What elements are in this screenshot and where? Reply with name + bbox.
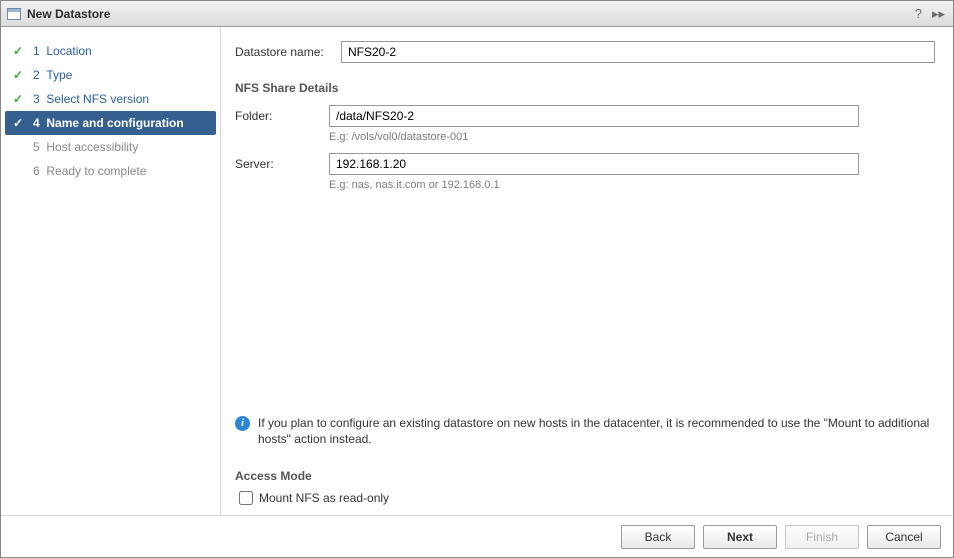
new-datastore-dialog: New Datastore ? ▸▸ ✓ 1 Location ✓ 2 Type… — [0, 0, 954, 558]
folder-input[interactable] — [329, 105, 859, 127]
info-text: If you plan to configure an existing dat… — [258, 415, 935, 447]
info-row: i If you plan to configure an existing d… — [235, 409, 935, 461]
main-panel: Datastore name: NFS Share Details Folder… — [221, 27, 953, 515]
server-input[interactable] — [329, 153, 859, 175]
check-icon: ✓ — [13, 116, 27, 130]
step-select-nfs-version[interactable]: ✓ 3 Select NFS version — [5, 87, 216, 111]
readonly-checkbox[interactable] — [239, 491, 253, 505]
access-mode-section: Access Mode Mount NFS as read-only — [235, 467, 935, 515]
expand-icon[interactable]: ▸▸ — [930, 6, 947, 22]
server-label: Server: — [235, 157, 321, 171]
step-type[interactable]: ✓ 2 Type — [5, 63, 216, 87]
next-button[interactable]: Next — [703, 525, 777, 549]
datastore-name-row: Datastore name: — [235, 41, 935, 63]
help-icon[interactable]: ? — [913, 6, 924, 21]
info-icon: i — [235, 416, 250, 431]
access-mode-title: Access Mode — [235, 469, 935, 483]
server-hint: E.g: nas, nas.it.com or 192.168.0.1 — [329, 179, 935, 197]
window-icon — [7, 8, 21, 20]
cancel-button[interactable]: Cancel — [867, 525, 941, 549]
dialog-footer: Back Next Finish Cancel — [1, 515, 953, 557]
step-host-accessibility: ✓ 5 Host accessibility — [5, 135, 216, 159]
folder-label: Folder: — [235, 109, 321, 123]
readonly-row[interactable]: Mount NFS as read-only — [235, 491, 935, 505]
nfs-share-grid: Folder: E.g: /vols/vol0/datastore-001 Se… — [235, 105, 935, 197]
step-location[interactable]: ✓ 1 Location — [5, 39, 216, 63]
datastore-name-input[interactable] — [341, 41, 935, 63]
step-ready-to-complete: ✓ 6 Ready to complete — [5, 159, 216, 183]
check-icon: ✓ — [13, 68, 27, 82]
check-icon: ✓ — [13, 92, 27, 106]
dialog-body: ✓ 1 Location ✓ 2 Type ✓ 3 Select NFS ver… — [1, 27, 953, 515]
readonly-label: Mount NFS as read-only — [259, 491, 389, 505]
dialog-title: New Datastore — [27, 7, 907, 21]
titlebar: New Datastore ? ▸▸ — [1, 1, 953, 27]
finish-button: Finish — [785, 525, 859, 549]
nfs-share-details-title: NFS Share Details — [235, 81, 935, 95]
folder-hint: E.g: /vols/vol0/datastore-001 — [329, 131, 935, 149]
step-name-and-configuration[interactable]: ✓ 4 Name and configuration — [5, 111, 216, 135]
back-button[interactable]: Back — [621, 525, 695, 549]
datastore-name-label: Datastore name: — [235, 45, 331, 59]
wizard-steps: ✓ 1 Location ✓ 2 Type ✓ 3 Select NFS ver… — [1, 27, 221, 515]
check-icon: ✓ — [13, 44, 27, 58]
